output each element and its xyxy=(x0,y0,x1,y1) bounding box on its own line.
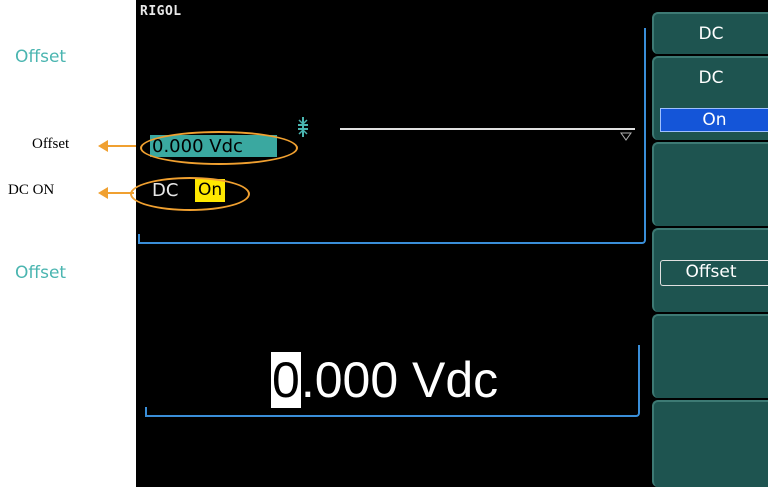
offset-annotation-label: Offset xyxy=(32,136,70,152)
entry-cursor-digit[interactable]: 0 xyxy=(271,352,301,408)
dc-level-line xyxy=(340,128,635,130)
dc-on-highlight-ellipse xyxy=(130,177,250,211)
softkey-blank-3[interactable] xyxy=(652,142,768,226)
brand-logo: RIGOL xyxy=(140,4,182,19)
softkey-offset-selected-frame xyxy=(660,260,768,286)
offset-highlight-ellipse xyxy=(140,131,298,165)
panel-title: Offset xyxy=(15,47,67,67)
softkey-blank-6[interactable] xyxy=(652,400,768,487)
level-marker-icon xyxy=(620,130,632,144)
dc-waveform-icon xyxy=(296,117,310,140)
dc-on-annotation-label: DC ON xyxy=(8,182,55,198)
softkey-dc-toggle-title: DC xyxy=(698,68,724,88)
softkey-blank-5[interactable] xyxy=(652,314,768,398)
offset-entry-value[interactable]: 0.000 Vdc xyxy=(271,346,498,414)
softkey-offset[interactable]: Offset xyxy=(652,228,768,312)
softkey-dc-toggle-value: On xyxy=(660,108,768,132)
softkey-dc-toggle[interactable]: DC On xyxy=(652,56,768,140)
entry-title: Offset xyxy=(15,263,67,283)
entry-value-rest: .000 Vdc xyxy=(300,352,499,408)
softkey-dc[interactable]: DC xyxy=(652,12,768,54)
softkey-dc-label: DC xyxy=(698,24,724,44)
